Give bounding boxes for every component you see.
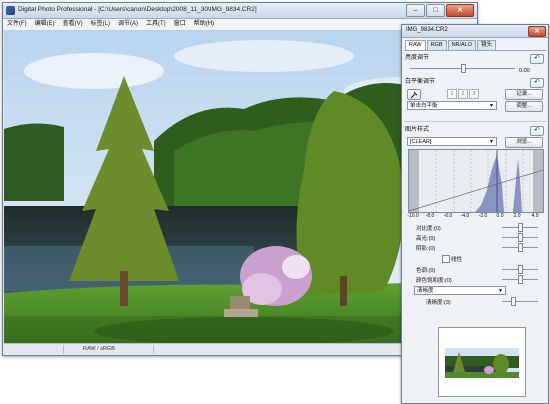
axis-tick: -6.0 xyxy=(443,213,453,219)
axis-tick: 0.0 xyxy=(496,213,504,219)
color-tone-label: 色调:(0) xyxy=(416,268,436,274)
title-bar[interactable]: Digital Photo Professional - [C:\Users\c… xyxy=(3,3,477,19)
wb-preset-1[interactable]: 1 xyxy=(447,89,457,99)
axis-tick: -4.0 xyxy=(460,213,470,219)
wb-preset-3[interactable]: 3 xyxy=(469,89,479,99)
chevron-down-icon: ▼ xyxy=(498,288,503,294)
menu-view[interactable]: 查看(V) xyxy=(59,19,87,30)
menu-adjust[interactable]: 调节(A) xyxy=(114,19,142,30)
close-icon: ✕ xyxy=(534,28,540,35)
contrast-label: 对比度:(0) xyxy=(416,226,441,232)
saturation-slider-thumb[interactable] xyxy=(518,275,523,284)
tab-nr-alo[interactable]: NR/ALO xyxy=(447,40,477,50)
wb-preset-2[interactable]: 2 xyxy=(458,89,468,99)
reset-icon: ↶ xyxy=(534,55,540,62)
maximize-icon: □ xyxy=(433,7,438,14)
tab-rgb[interactable]: RGB xyxy=(426,40,447,50)
palette-tabs: RAW RGB NR/ALO 镜头 xyxy=(405,40,497,51)
menu-help[interactable]: 帮助(H) xyxy=(190,19,218,30)
clarity-slider-thumb[interactable] xyxy=(510,297,516,306)
axis-tick: 2.0 xyxy=(513,213,521,219)
sharpness-mode-select[interactable]: 清晰度 ▼ xyxy=(414,286,506,295)
tab-lens[interactable]: 镜头 xyxy=(477,40,497,50)
status-divider xyxy=(153,345,154,354)
eyedropper-button[interactable] xyxy=(407,89,421,100)
close-button[interactable]: ✕ xyxy=(446,4,474,17)
wb-adjust-button[interactable]: 调整... xyxy=(505,101,543,112)
menu-file[interactable]: 文件(F) xyxy=(3,19,31,30)
wb-register-button[interactable]: 记录... xyxy=(505,89,543,100)
palette-title: IMG_9834.CR2 xyxy=(406,27,448,33)
axis-tick: 4.0 xyxy=(531,213,539,219)
shadow-slider-thumb[interactable] xyxy=(518,243,523,252)
picture-style-reset-button[interactable]: ↶ xyxy=(530,126,544,136)
clarity-label: 清晰度:(3) xyxy=(426,300,451,306)
eyedropper-icon xyxy=(410,91,418,99)
linear-label: 线性 xyxy=(451,257,463,263)
tool-palette: IMG_9834.CR2 ✕ RAW RGB NR/ALO 镜头 亮度调节 ↶ … xyxy=(401,24,549,404)
axis-tick: -2.0 xyxy=(478,213,488,219)
wb-mode-select[interactable]: 单击白平衡 ▼ xyxy=(407,101,497,110)
app-icon xyxy=(6,6,15,15)
tab-divider xyxy=(404,50,546,51)
menu-window[interactable]: 窗口 xyxy=(170,19,190,30)
picture-style-browse-button[interactable]: 浏览... xyxy=(505,137,543,148)
linear-checkbox[interactable] xyxy=(442,255,450,263)
histogram-graph xyxy=(409,150,543,212)
picture-style-value: [CLEAR] xyxy=(410,139,432,145)
brightness-slider-thumb[interactable] xyxy=(460,64,466,73)
white-balance-header: 白平衡调节 xyxy=(405,79,436,85)
tone-curve-histogram[interactable] xyxy=(408,149,544,213)
picture-style-select[interactable]: [CLEAR] ▼ xyxy=(407,137,497,146)
reset-icon: ↶ xyxy=(534,79,540,86)
wb-mode-value: 单击白平衡 xyxy=(410,103,438,109)
menu-label[interactable]: 标签(L) xyxy=(87,19,114,30)
palette-title-bar[interactable]: IMG_9834.CR2 ✕ xyxy=(402,25,548,38)
histogram-axis: -10.0 -8.0 -6.0 -4.0 -2.0 0.0 2.0 4.0 xyxy=(406,213,546,221)
minimize-icon: – xyxy=(413,7,418,14)
window-controls: – □ ✕ xyxy=(406,4,474,17)
thumbnail-image xyxy=(439,328,525,396)
reset-icon: ↶ xyxy=(534,127,540,134)
chevron-down-icon: ▼ xyxy=(489,139,494,145)
saturation-label: 颜色饱和度:(0) xyxy=(416,278,452,284)
clarity-slider-track[interactable] xyxy=(502,301,538,302)
highlight-slider-thumb[interactable] xyxy=(518,233,523,242)
brightness-reset-button[interactable]: ↶ xyxy=(530,54,544,64)
brightness-value: 0.00 xyxy=(519,68,530,74)
picture-style-header: 图片样式 xyxy=(405,127,430,133)
palette-close-button[interactable]: ✕ xyxy=(528,26,546,37)
status-color-space: RAW / sRGB xyxy=(83,346,115,352)
menu-tools[interactable]: 工具(T) xyxy=(142,19,170,30)
chevron-down-icon: ▼ xyxy=(489,103,494,109)
section-divider xyxy=(404,121,546,122)
axis-tick: -10.0 xyxy=(407,213,419,219)
shadow-label: 阴影:(0) xyxy=(416,246,436,252)
maximize-button[interactable]: □ xyxy=(426,4,445,17)
axis-tick: -8.0 xyxy=(425,213,435,219)
color-tone-slider-thumb[interactable] xyxy=(518,265,523,274)
status-divider xyxy=(63,345,64,354)
brightness-header: 亮度调节 xyxy=(405,55,430,61)
sharpness-mode-value: 清晰度 xyxy=(417,288,434,294)
close-icon: ✕ xyxy=(457,7,463,14)
navigator-thumbnail[interactable] xyxy=(438,327,526,397)
menu-edit[interactable]: 编辑(E) xyxy=(31,19,59,30)
minimize-button[interactable]: – xyxy=(406,4,425,17)
highlight-label: 高光:(0) xyxy=(416,236,436,242)
contrast-slider-thumb[interactable] xyxy=(518,223,523,232)
white-balance-reset-button[interactable]: ↶ xyxy=(530,78,544,88)
window-title: Digital Photo Professional - [C:\Users\c… xyxy=(18,6,257,13)
